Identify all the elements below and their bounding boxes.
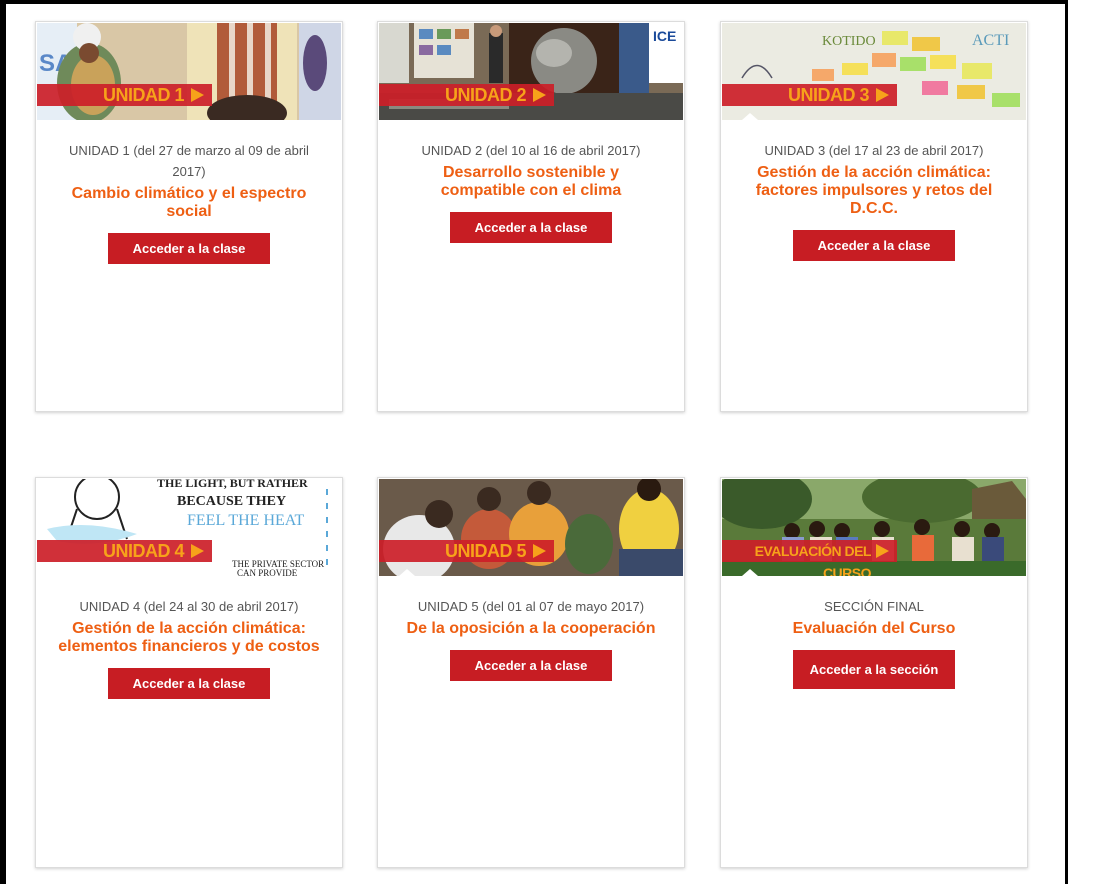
unit-card-2: ICE UNIDAD 2 UNIDAD 2 (del 10 al 16 de a… [377, 21, 685, 412]
svg-text:ICE: ICE [653, 28, 676, 44]
unit-3-access-button[interactable]: Acceder a la clase [793, 230, 955, 261]
svg-text:THE LIGHT, BUT RATHER: THE LIGHT, BUT RATHER [157, 479, 308, 490]
unit-card-3: KOTIDO ACTI UNIDAD 3 UNIDAD 3 (del 17 al… [720, 21, 1028, 412]
unit-5-dates: UNIDAD 5 (del 01 al 07 de mayo 2017) [417, 599, 645, 614]
unit-5-access-button[interactable]: Acceder a la clase [450, 650, 612, 681]
unit-2-dates: UNIDAD 2 (del 10 al 16 de abril 2017) [421, 143, 641, 158]
unit-4-dates: UNIDAD 4 (del 24 al 30 de abril 2017) [79, 599, 299, 614]
play-arrow-icon [876, 544, 889, 558]
unit-2-thumbnail[interactable]: ICE UNIDAD 2 [379, 23, 683, 120]
unit-5-title[interactable]: De la oposición a la cooperación [400, 620, 662, 638]
unit-2-title[interactable]: Desarrollo sostenible y compatible con e… [400, 164, 662, 200]
final-thumbnail[interactable]: EVALUACIÓN DEL CURSO [722, 479, 1026, 576]
play-arrow-icon [191, 88, 204, 102]
unit-1-access-button[interactable]: Acceder a la clase [108, 233, 270, 264]
page-gutter [1068, 0, 1096, 884]
final-access-button[interactable]: Acceder a la sección [793, 650, 955, 689]
unit-3-title[interactable]: Gestión de la acción climática: factores… [743, 164, 1005, 218]
unit-card-1: SA UNIDAD 1 UNIDAD 1 (del 27 de marzo al… [35, 21, 343, 412]
unit-5-thumbnail[interactable]: UNIDAD 5 [379, 479, 683, 576]
unit-3-thumbnail[interactable]: KOTIDO ACTI UNIDAD 3 [722, 23, 1026, 120]
final-title[interactable]: Evaluación del Curso [743, 620, 1005, 638]
play-arrow-icon [191, 544, 204, 558]
play-arrow-icon [533, 88, 546, 102]
unit-4-banner: UNIDAD 4 [37, 540, 212, 562]
svg-text:ACTI: ACTI [972, 32, 1009, 49]
unit-4-thumbnail[interactable]: THE LIGHT, BUT RATHER BECAUSE THEY FEEL … [37, 479, 341, 576]
unit-4-title[interactable]: Gestión de la acción climática: elemento… [58, 620, 320, 656]
thumbnail-notch [399, 569, 415, 576]
svg-text:CAN PROVIDE: CAN PROVIDE [237, 568, 298, 576]
thumbnail-notch [742, 113, 758, 120]
unit-4-access-button[interactable]: Acceder a la clase [108, 668, 270, 699]
unit-2-access-button[interactable]: Acceder a la clase [450, 212, 612, 243]
unit-2-banner: UNIDAD 2 [379, 84, 554, 106]
thumbnail-notch [742, 569, 758, 576]
unit-card-final: EVALUACIÓN DEL CURSO SECCIÓN FINAL Evalu… [720, 477, 1028, 868]
unit-1-banner: UNIDAD 1 [37, 84, 212, 106]
svg-text:KOTIDO: KOTIDO [822, 34, 876, 49]
play-arrow-icon [876, 88, 889, 102]
final-section-label: SECCIÓN FINAL [824, 599, 924, 614]
svg-text:BECAUSE THEY: BECAUSE THEY [177, 494, 286, 509]
unit-card-5: UNIDAD 5 UNIDAD 5 (del 01 al 07 de mayo … [377, 477, 685, 868]
unit-1-thumbnail[interactable]: SA UNIDAD 1 [37, 23, 341, 120]
final-banner: EVALUACIÓN DEL CURSO [722, 540, 897, 576]
play-arrow-icon [533, 544, 546, 558]
unit-5-banner: UNIDAD 5 [379, 540, 554, 562]
unit-card-4: THE LIGHT, BUT RATHER BECAUSE THEY FEEL … [35, 477, 343, 868]
svg-text:FEEL THE HEAT: FEEL THE HEAT [187, 512, 305, 529]
unit-1-dates: UNIDAD 1 (del 27 de marzo al 09 de abril… [69, 143, 309, 179]
unit-1-title[interactable]: Cambio climático y el espectro social [58, 185, 320, 221]
unit-3-dates: UNIDAD 3 (del 17 al 23 de abril 2017) [764, 143, 984, 158]
unit-3-banner: UNIDAD 3 [722, 84, 897, 106]
